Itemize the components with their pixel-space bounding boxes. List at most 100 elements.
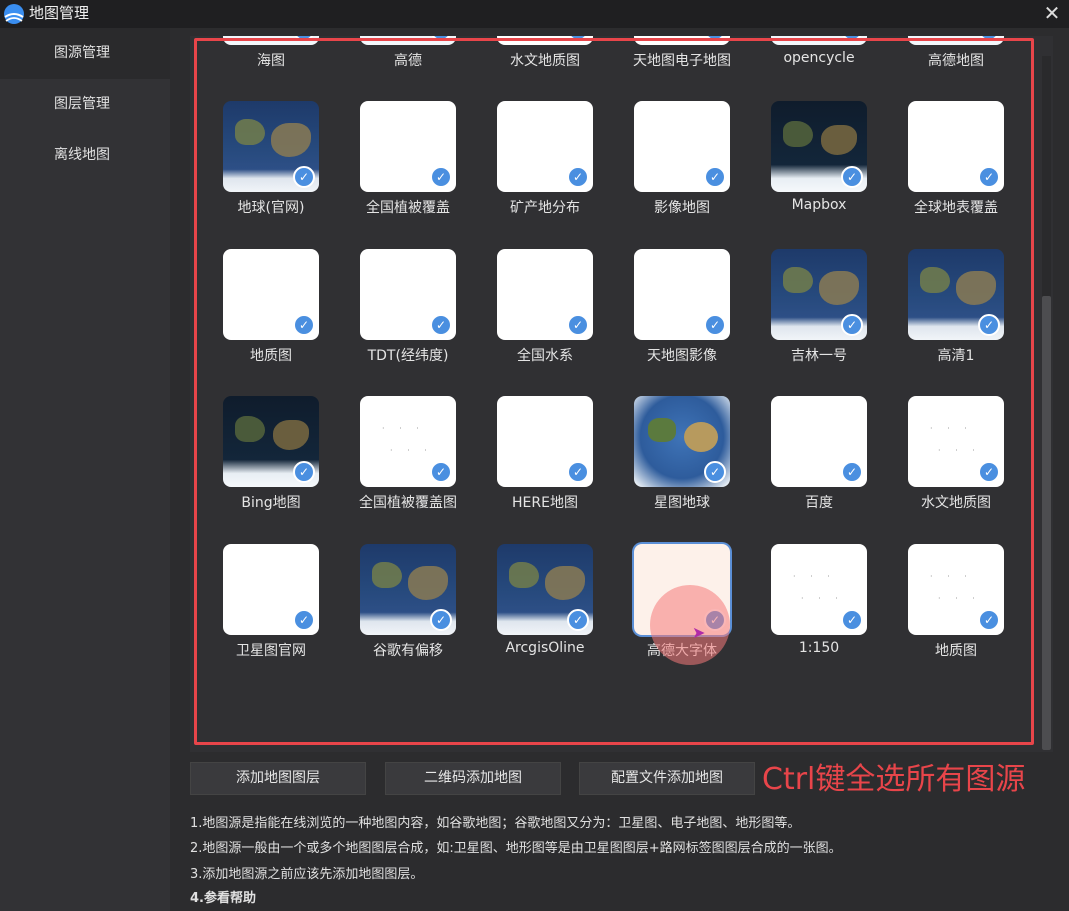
- map-thumbnail[interactable]: ✓: [360, 544, 456, 635]
- map-source-tile[interactable]: ✓ 全国水系: [497, 249, 593, 374]
- checkmark-icon[interactable]: ✓: [567, 461, 589, 483]
- sidebar-item-map-source[interactable]: 图源管理: [0, 28, 170, 79]
- map-thumbnail[interactable]: ✓: [497, 249, 593, 340]
- checkmark-icon[interactable]: ✓: [430, 166, 452, 188]
- map-thumbnail[interactable]: ✓: [497, 101, 593, 192]
- map-thumbnail[interactable]: ✓: [771, 101, 867, 192]
- map-thumbnail[interactable]: ✓: [908, 544, 1004, 635]
- map-source-tile[interactable]: ✓ 水文地质图: [497, 36, 593, 79]
- map-source-tile[interactable]: ✓ 星图地球: [634, 396, 730, 521]
- map-thumbnail[interactable]: ✓: [908, 36, 1004, 45]
- map-thumbnail[interactable]: ✓: [360, 101, 456, 192]
- map-source-tile[interactable]: ✓ Bing地图: [223, 396, 319, 521]
- map-source-tile[interactable]: ✓ HERE地图: [497, 396, 593, 521]
- map-thumbnail[interactable]: ✓: [634, 36, 730, 45]
- map-source-tile[interactable]: ✓ 高清1: [908, 249, 1004, 374]
- checkmark-icon[interactable]: ✓: [430, 36, 452, 41]
- map-source-tile[interactable]: ✓ 影像地图: [634, 101, 730, 226]
- checkmark-icon[interactable]: ✓: [704, 461, 726, 483]
- map-source-tile[interactable]: ✓ 全国植被覆盖图: [359, 396, 457, 521]
- checkmark-icon[interactable]: ✓: [841, 609, 863, 631]
- map-source-grid[interactable]: ✓ 海图 ✓ 高德 ✓ 水文地质图 ✓ 天地图电子地图 ✓ opencycle ✓ 高德地图 ✓ 地球(官…: [190, 36, 1053, 752]
- map-thumbnail[interactable]: ✓: [771, 249, 867, 340]
- map-thumbnail[interactable]: ✓: [223, 101, 319, 192]
- map-thumbnail[interactable]: ✓: [771, 36, 867, 45]
- map-source-tile[interactable]: ✓ Mapbox: [771, 101, 867, 226]
- map-source-tile[interactable]: ✓ 卫星图官网: [223, 544, 319, 669]
- checkmark-icon[interactable]: ✓: [293, 166, 315, 188]
- map-source-tile[interactable]: ✓ 高德大字体: [634, 544, 730, 669]
- sidebar-item-layer-manage[interactable]: 图层管理: [0, 79, 170, 130]
- map-thumbnail[interactable]: ✓: [771, 544, 867, 635]
- grid-scrollbar[interactable]: [1042, 56, 1051, 750]
- checkmark-icon[interactable]: ✓: [704, 609, 726, 631]
- help-line-4[interactable]: 4.参看帮助: [190, 887, 256, 906]
- checkmark-icon[interactable]: ✓: [567, 36, 589, 41]
- map-source-tile[interactable]: ✓地质图: [223, 249, 319, 374]
- checkmark-icon[interactable]: ✓: [430, 609, 452, 631]
- map-thumbnail[interactable]: ✓: [223, 396, 319, 487]
- checkmark-icon[interactable]: ✓: [841, 36, 863, 41]
- map-thumbnail[interactable]: ✓: [908, 249, 1004, 340]
- map-thumbnail[interactable]: ✓: [908, 101, 1004, 192]
- checkmark-icon[interactable]: ✓: [567, 609, 589, 631]
- map-thumbnail[interactable]: ✓: [634, 101, 730, 192]
- checkmark-icon[interactable]: ✓: [430, 461, 452, 483]
- qr-add-map-button[interactable]: 二维码添加地图: [385, 762, 561, 795]
- checkmark-icon[interactable]: ✓: [430, 314, 452, 336]
- map-thumbnail[interactable]: ✓: [223, 544, 319, 635]
- map-thumbnail[interactable]: ✓: [223, 36, 319, 45]
- map-source-tile[interactable]: ✓ 全球地表覆盖: [908, 101, 1004, 226]
- map-source-tile[interactable]: ✓ ArcgisOline: [497, 544, 593, 669]
- map-source-tile[interactable]: ✓ opencycle: [771, 36, 867, 79]
- add-map-layer-button[interactable]: 添加地图图层: [190, 762, 366, 795]
- map-source-tile[interactable]: ✓ 全国植被覆盖: [360, 101, 456, 226]
- checkmark-icon[interactable]: ✓: [978, 166, 1000, 188]
- checkmark-icon[interactable]: ✓: [841, 166, 863, 188]
- map-thumbnail[interactable]: ✓: [634, 544, 730, 635]
- map-thumbnail[interactable]: ✓: [634, 249, 730, 340]
- map-thumbnail[interactable]: ✓: [908, 396, 1004, 487]
- close-icon[interactable]: ✕: [1041, 3, 1063, 25]
- checkmark-icon[interactable]: ✓: [978, 36, 1000, 41]
- map-thumbnail[interactable]: ✓: [771, 396, 867, 487]
- checkmark-icon[interactable]: ✓: [704, 36, 726, 41]
- map-thumbnail[interactable]: ✓: [497, 396, 593, 487]
- map-thumbnail[interactable]: ✓: [497, 544, 593, 635]
- checkmark-icon[interactable]: ✓: [293, 609, 315, 631]
- map-thumbnail[interactable]: ✓: [360, 36, 456, 45]
- map-source-tile[interactable]: ✓ 地球(官网): [223, 101, 319, 226]
- map-source-tile[interactable]: ✓ 百度: [771, 396, 867, 521]
- checkmark-icon[interactable]: ✓: [841, 314, 863, 336]
- checkmark-icon[interactable]: ✓: [704, 314, 726, 336]
- checkmark-icon[interactable]: ✓: [567, 166, 589, 188]
- map-source-tile[interactable]: ✓ 水文地质图: [908, 396, 1004, 521]
- checkmark-icon[interactable]: ✓: [293, 314, 315, 336]
- map-source-tile[interactable]: ✓ 海图: [223, 36, 319, 79]
- map-source-tile[interactable]: ✓地质图: [908, 544, 1004, 669]
- config-file-add-map-button[interactable]: 配置文件添加地图: [579, 762, 755, 795]
- map-thumbnail[interactable]: ✓: [223, 249, 319, 340]
- checkmark-icon[interactable]: ✓: [978, 609, 1000, 631]
- checkmark-icon[interactable]: ✓: [978, 314, 1000, 336]
- sidebar-item-offline-map[interactable]: 离线地图: [0, 130, 170, 181]
- map-source-tile[interactable]: ✓ 天地图电子地图: [633, 36, 731, 79]
- map-thumbnail[interactable]: ✓: [634, 396, 730, 487]
- checkmark-icon[interactable]: ✓: [293, 36, 315, 41]
- map-thumbnail[interactable]: ✓: [497, 36, 593, 45]
- map-thumbnail[interactable]: ✓: [360, 396, 456, 487]
- map-source-tile[interactable]: ✓ 高德地图: [908, 36, 1004, 79]
- map-source-tile[interactable]: ✓ 天地图影像: [634, 249, 730, 374]
- map-thumbnail[interactable]: ✓: [360, 249, 456, 340]
- checkmark-icon[interactable]: ✓: [841, 461, 863, 483]
- map-source-tile[interactable]: ✓ 高德: [360, 36, 456, 79]
- map-source-tile[interactable]: ✓ 谷歌有偏移: [360, 544, 456, 669]
- checkmark-icon[interactable]: ✓: [978, 461, 1000, 483]
- map-source-tile[interactable]: ✓ 吉林一号: [771, 249, 867, 374]
- checkmark-icon[interactable]: ✓: [567, 314, 589, 336]
- map-source-tile[interactable]: ✓1:150: [771, 544, 867, 669]
- checkmark-icon[interactable]: ✓: [293, 461, 315, 483]
- grid-scrollbar-thumb[interactable]: [1042, 296, 1051, 750]
- map-source-tile[interactable]: ✓ TDT(经纬度): [360, 249, 456, 374]
- checkmark-icon[interactable]: ✓: [704, 166, 726, 188]
